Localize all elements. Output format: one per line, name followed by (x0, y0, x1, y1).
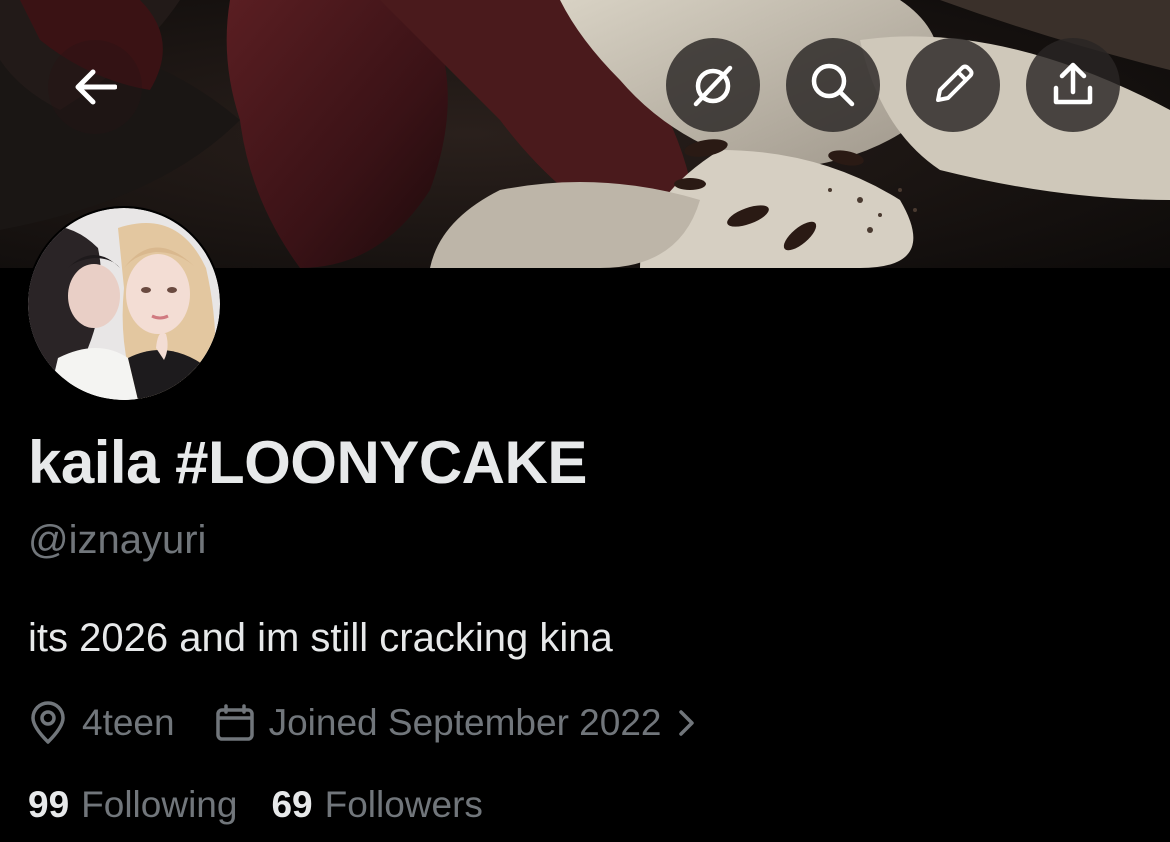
display-name: kaila #LOONYCAKE (28, 429, 587, 496)
share-icon (1053, 62, 1093, 105)
profile-meta: 4teen Joined September 2022 (28, 698, 697, 748)
search-button[interactable] (786, 38, 880, 132)
bio-text: its 2026 and im still cracking kina (28, 616, 613, 660)
grok-icon (693, 65, 733, 107)
search-icon (811, 63, 855, 107)
following-label: Following (81, 784, 238, 825)
profile-avatar[interactable] (26, 206, 222, 402)
following-count: 99 (28, 784, 70, 825)
avatar-image (28, 208, 220, 400)
grok-button[interactable] (666, 38, 760, 132)
arrow-left-icon (75, 69, 117, 105)
follow-stats: 99 Following 69 Followers (28, 784, 483, 826)
edit-icon (936, 64, 974, 102)
chevron-right-icon (679, 710, 695, 736)
location-label: 4teen (82, 702, 175, 743)
joined-date-label: Joined September 2022 (268, 702, 662, 743)
following-link[interactable]: 99 Following (28, 784, 237, 826)
back-button[interactable] (48, 40, 142, 134)
followers-label: Followers (324, 784, 483, 825)
followers-count: 69 (271, 784, 313, 825)
calendar-icon (215, 704, 254, 741)
user-handle: @iznayuri (28, 518, 207, 562)
edit-button[interactable] (906, 38, 1000, 132)
location-pin-icon (31, 701, 65, 744)
joined-item[interactable]: Joined September 2022 (215, 702, 698, 744)
share-button[interactable] (1026, 38, 1120, 132)
location-item: 4teen (28, 701, 175, 745)
followers-link[interactable]: 69 Followers (271, 784, 482, 826)
